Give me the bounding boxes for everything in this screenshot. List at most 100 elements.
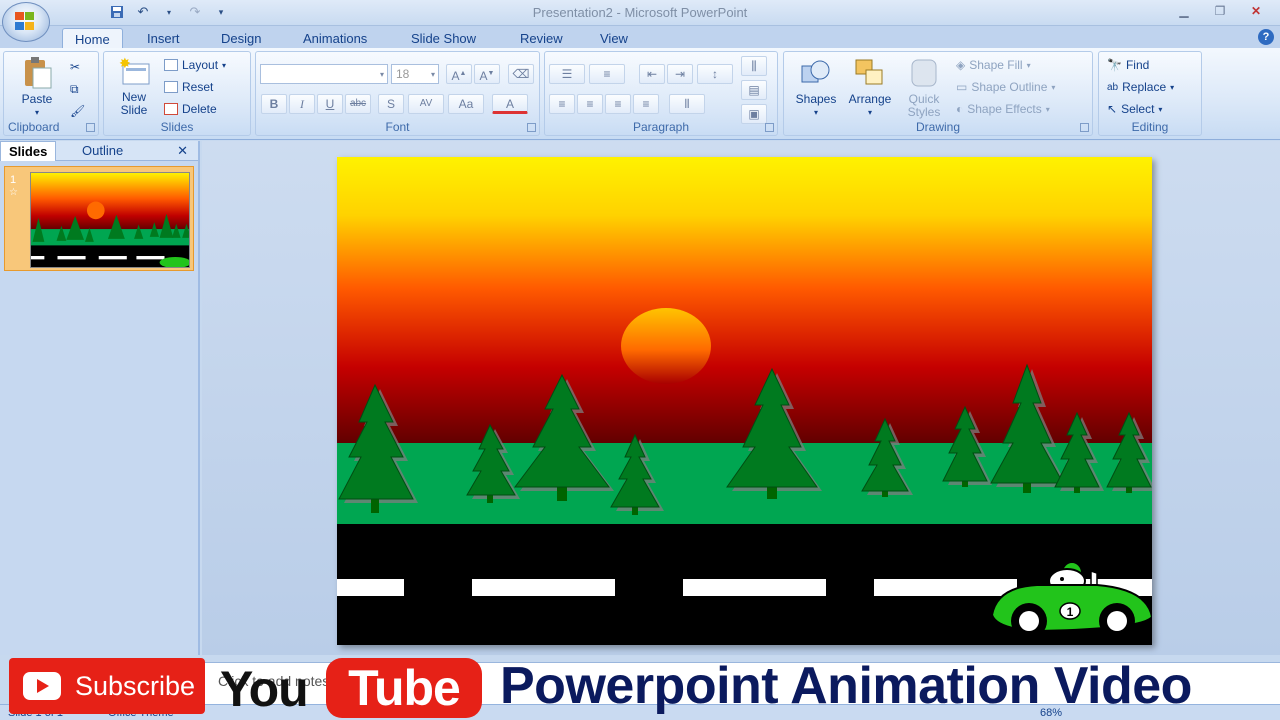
minimize-button[interactable]: ▁: [1168, 2, 1200, 20]
strikethrough-button[interactable]: abc: [345, 94, 371, 114]
paste-label: Paste: [21, 92, 53, 106]
clipboard-launcher-icon[interactable]: [86, 123, 95, 132]
window-controls: ▁ ❐ ✕: [1168, 2, 1272, 20]
decrease-indent-icon[interactable]: ⇤: [639, 64, 665, 84]
find-label: Find: [1125, 58, 1150, 72]
layout-button[interactable]: Layout ▾: [164, 58, 226, 72]
tab-design[interactable]: Design: [209, 28, 273, 48]
tab-review[interactable]: Review: [508, 28, 575, 48]
new-slide-button[interactable]: ✸ New Slide: [110, 55, 158, 117]
drawing-group: Shapes ▾ Arrange ▾ Quick Styles ◈ Shape F…: [783, 51, 1093, 136]
office-button[interactable]: [2, 2, 50, 42]
close-button[interactable]: ✕: [1240, 2, 1272, 20]
font-color-button[interactable]: A: [492, 94, 528, 114]
shape-fill-icon: ◈: [956, 58, 966, 72]
slides-group: ✸ New Slide Layout ▾ Reset Delete Slides: [103, 51, 251, 136]
help-icon[interactable]: ?: [1258, 29, 1274, 45]
arrange-label: Arrange: [848, 92, 892, 106]
shape-outline-button[interactable]: ▭ Shape Outline ▾: [956, 80, 1055, 94]
align-left-icon[interactable]: ≡: [549, 94, 575, 114]
drawing-launcher-icon[interactable]: [1080, 123, 1089, 132]
youtube-banner: Subscribe You Tube Powerpoint Animation …: [0, 652, 1280, 720]
slide-number: 1: [10, 174, 17, 186]
columns-icon[interactable]: ⫴: [669, 94, 705, 114]
tab-insert[interactable]: Insert: [135, 28, 192, 48]
increase-indent-icon[interactable]: ⇥: [667, 64, 693, 84]
bold-button[interactable]: B: [261, 94, 287, 114]
numbering-icon[interactable]: ≡: [589, 64, 625, 84]
arrange-icon: [852, 56, 888, 90]
ribbon-tabs: Home Insert Design Animations Slide Show…: [0, 26, 1280, 48]
clipboard-group: Paste ▾ ✂ ⧉ 🖌 Clipboard: [3, 51, 99, 136]
select-cursor-icon: ↖: [1107, 102, 1118, 116]
new-slide-label: New Slide: [120, 90, 148, 117]
select-button[interactable]: ↖ Select ▾: [1107, 102, 1162, 116]
clear-formatting-icon[interactable]: ⌫: [508, 64, 534, 84]
layout-label: Layout: [182, 58, 219, 72]
replace-button[interactable]: ab Replace ▾: [1107, 80, 1174, 94]
delete-button[interactable]: Delete: [164, 102, 217, 116]
tab-slides[interactable]: Slides: [0, 141, 57, 161]
change-case-button[interactable]: Aa: [448, 94, 484, 114]
select-label: Select: [1121, 102, 1155, 116]
layout-icon: [164, 59, 178, 71]
video-title: Powerpoint Animation Video: [500, 657, 1192, 715]
reset-button[interactable]: Reset: [164, 80, 213, 94]
clipboard-group-label: Clipboard: [8, 120, 60, 134]
bullets-icon[interactable]: ☰: [549, 64, 585, 84]
tab-slide-show[interactable]: Slide Show: [399, 28, 488, 48]
drawing-group-label: Drawing: [915, 120, 960, 134]
maximize-button[interactable]: ❐: [1204, 2, 1236, 20]
text-direction-icon[interactable]: ⫼: [741, 56, 767, 76]
copy-icon[interactable]: ⧉: [70, 82, 79, 97]
youtube-logo-tube: Tube: [326, 658, 482, 718]
character-spacing-button[interactable]: AV: [408, 94, 444, 114]
slide-thumbnail-item[interactable]: 1 ☆: [4, 166, 194, 271]
shape-fill-button[interactable]: ◈ Shape Fill ▾: [956, 58, 1031, 72]
quick-styles-button[interactable]: Quick Styles: [898, 56, 950, 119]
paste-button[interactable]: Paste ▾: [12, 56, 62, 119]
text-shadow-button[interactable]: S: [378, 94, 404, 114]
italic-button[interactable]: I: [289, 94, 315, 114]
tab-home[interactable]: Home: [62, 28, 123, 48]
shape-outline-icon: ▭: [956, 80, 968, 94]
ribbon: Paste ▾ ✂ ⧉ 🖌 Clipboard ✸ New Slide Layo…: [0, 48, 1280, 140]
slide-canvas[interactable]: 1: [337, 157, 1152, 645]
shape-fill-label: Shape Fill: [969, 58, 1023, 72]
sun-shape[interactable]: [621, 308, 711, 384]
shape-effects-button[interactable]: ◐ Shape Effects ▾: [956, 102, 1050, 116]
font-launcher-icon[interactable]: [527, 123, 536, 132]
editing-group-label: Editing: [1131, 120, 1169, 134]
arrange-button[interactable]: Arrange ▾: [842, 56, 898, 119]
paragraph-group: ☰ ≡ ⇤ ⇥ ↕ ⫼ ▤ ▣ ≡ ≡ ≡ ≡ ⫴ Paragraph: [544, 51, 778, 136]
shapes-button[interactable]: Shapes ▾: [788, 56, 844, 119]
subscribe-label: Subscribe: [75, 670, 196, 701]
subscribe-button[interactable]: Subscribe: [9, 658, 205, 714]
tab-animations[interactable]: Animations: [291, 28, 379, 48]
align-right-icon[interactable]: ≡: [605, 94, 631, 114]
tab-view[interactable]: View: [588, 28, 640, 48]
paragraph-launcher-icon[interactable]: [765, 123, 774, 132]
justify-icon[interactable]: ≡: [633, 94, 659, 114]
car-number-label: 1: [1067, 605, 1074, 619]
font-size-combo[interactable]: 18 ▾: [391, 64, 439, 84]
shrink-font-icon[interactable]: A▼: [474, 64, 500, 84]
format-painter-icon[interactable]: 🖌: [70, 104, 85, 118]
align-text-icon[interactable]: ▤: [741, 80, 767, 100]
find-button[interactable]: 🔭 Find: [1107, 58, 1149, 72]
align-center-icon[interactable]: ≡: [577, 94, 603, 114]
shapes-label: Shapes: [795, 92, 837, 106]
new-slide-icon: ✸: [117, 55, 151, 88]
cut-icon[interactable]: ✂: [70, 60, 80, 74]
font-name-combo[interactable]: ▾: [260, 64, 388, 84]
animation-star-icon: ☆: [9, 187, 18, 198]
font-size-value: 18: [396, 67, 410, 81]
underline-button[interactable]: U: [317, 94, 343, 114]
reset-label: Reset: [182, 80, 214, 94]
tab-outline[interactable]: Outline: [74, 141, 131, 161]
line-spacing-icon[interactable]: ↕: [697, 64, 733, 84]
grow-font-icon[interactable]: A▲: [446, 64, 472, 84]
close-pane-icon[interactable]: ✕: [177, 143, 188, 159]
youtube-play-icon: [23, 672, 61, 700]
paste-dropdown-icon: ▾: [34, 108, 39, 117]
